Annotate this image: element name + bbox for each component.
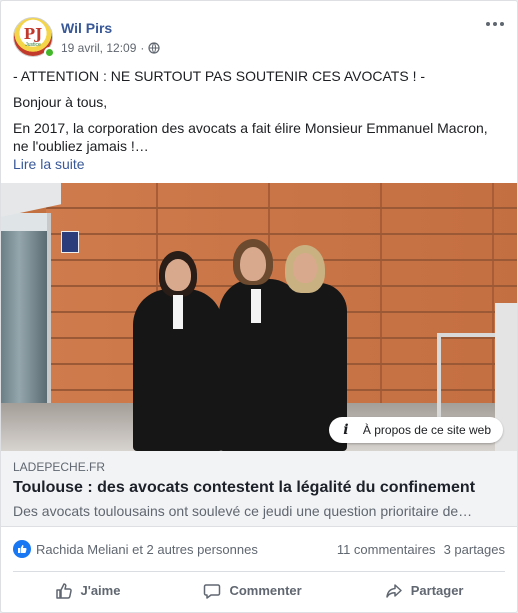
more-options-icon[interactable]	[485, 15, 505, 33]
like-reaction-icon	[13, 540, 31, 558]
post-header: PJ Justice Wil Pirs 19 avril, 12:09 ·	[13, 15, 505, 59]
comments-count[interactable]: 11 commentaires	[337, 542, 436, 557]
site-info-button[interactable]: i À propos de ce site web	[328, 417, 503, 443]
like-button[interactable]: J'aime	[41, 576, 135, 606]
wall-sign	[61, 231, 79, 253]
post-text-line: Bonjour à tous,	[13, 94, 108, 110]
like-icon	[55, 582, 72, 599]
share-label: Partager	[410, 583, 464, 598]
info-icon: i	[343, 422, 349, 438]
avatar-logo-text: PJ	[23, 25, 43, 43]
person-left	[129, 249, 229, 451]
comment-label: Commenter	[229, 583, 302, 598]
site-info-label: À propos de ce site web	[362, 423, 491, 437]
share-button[interactable]: Partager	[371, 576, 478, 606]
meta-separator: ·	[140, 41, 145, 55]
reactions-label: Rachida Meliani et 2 autres personnes	[36, 541, 258, 557]
comment-button[interactable]: Commenter	[189, 576, 315, 606]
link-domain: LADEPECHE.FR	[13, 460, 106, 474]
see-more-link[interactable]: Lire la suite	[13, 155, 505, 173]
comment-icon	[204, 583, 221, 599]
link-preview-image[interactable]: i À propos de ce site web	[1, 183, 517, 451]
link-description: Des avocats toulousains ont soulevé ce j…	[13, 503, 473, 519]
share-icon	[385, 583, 402, 598]
stats-counts: 11 commentaires 3 partages	[337, 542, 505, 557]
post-meta: 19 avril, 12:09 ·	[61, 41, 160, 55]
online-status-dot	[44, 47, 55, 58]
globe-icon[interactable]	[148, 42, 160, 54]
post-card: PJ Justice Wil Pirs 19 avril, 12:09 · - …	[0, 0, 518, 613]
post-actions: J'aime Commenter Partager	[13, 571, 505, 609]
shares-count[interactable]: 3 partages	[444, 542, 505, 557]
link-title[interactable]: Toulouse : des avocats contestent la lég…	[13, 477, 505, 499]
like-label: J'aime	[80, 583, 121, 598]
post-stats: Rachida Meliani et 2 autres personnes 11…	[13, 537, 505, 561]
post-text-line: - ATTENTION : NE SURTOUT PAS SOUTENIR CE…	[13, 68, 426, 84]
author-name[interactable]: Wil Pirs	[61, 20, 112, 36]
link-preview[interactable]: LADEPECHE.FR Toulouse : des avocats cont…	[1, 451, 517, 527]
reactions-summary[interactable]: Rachida Meliani et 2 autres personnes	[13, 540, 258, 558]
post-text: - ATTENTION : NE SURTOUT PAS SOUTENIR CE…	[13, 67, 505, 173]
post-text-line: En 2017, la corporation des avocats a fa…	[13, 120, 488, 154]
post-timestamp[interactable]: 19 avril, 12:09	[61, 41, 136, 55]
